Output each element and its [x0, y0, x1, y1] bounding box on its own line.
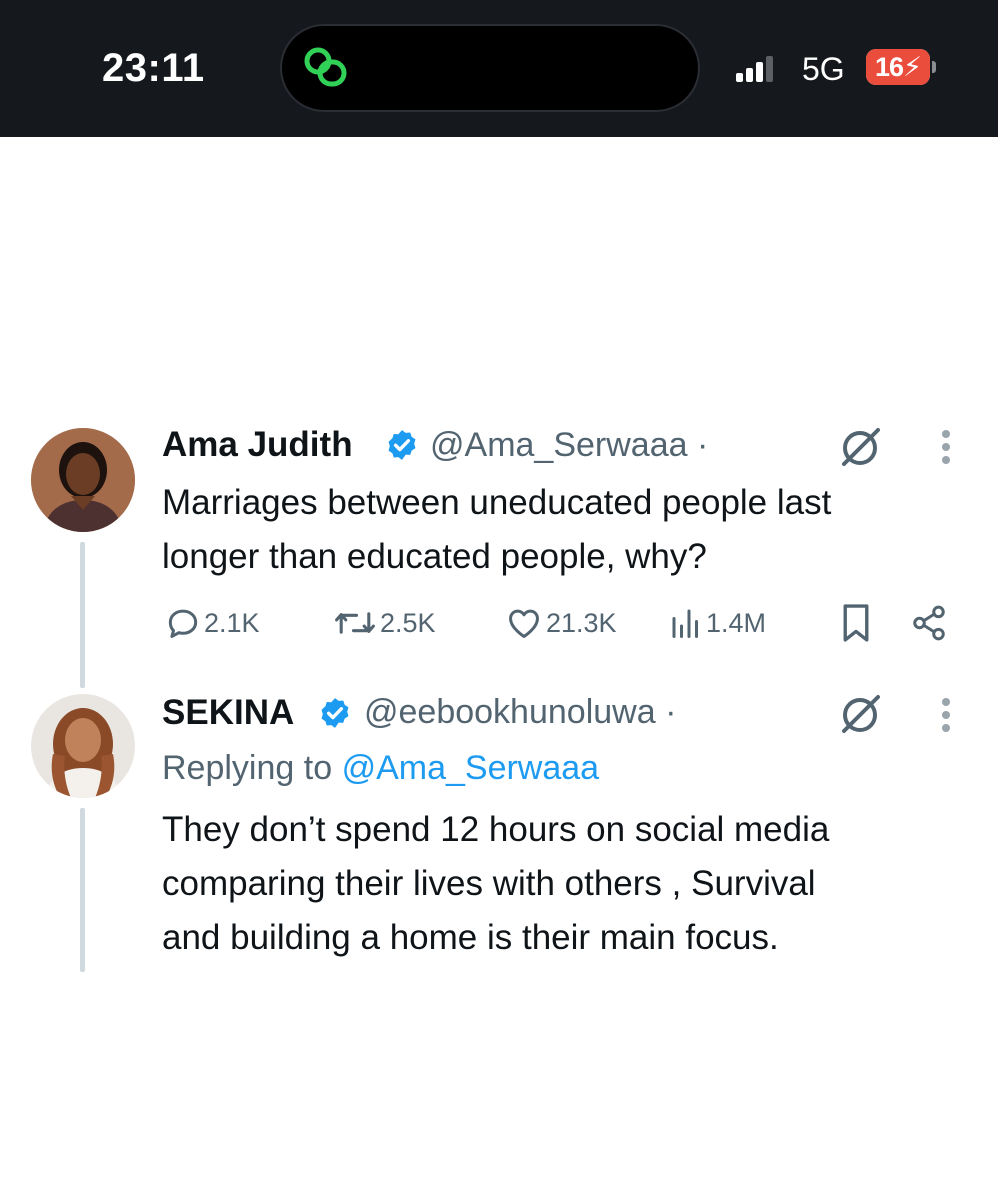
more-icon[interactable] [940, 430, 952, 470]
thread-line [80, 542, 85, 688]
reply-author-name[interactable]: SEKINA [162, 693, 294, 733]
reply-count: 2.1K [204, 607, 260, 638]
like-icon [509, 609, 539, 638]
avatar-image [31, 428, 135, 532]
views-count: 1.4M [706, 607, 767, 638]
tweet-text-line: longer than educated people, why? [162, 537, 707, 576]
avatar-ama-judith[interactable] [31, 428, 135, 532]
author-handle[interactable]: @Ama_Serwaaa · [430, 426, 708, 465]
status-time: 23:11 [102, 46, 205, 90]
status-bar: 23:11 5G 16⚡︎ [0, 0, 998, 137]
replying-to: Replying to @Ama_Serwaaa [162, 749, 600, 787]
bookmark-button[interactable] [840, 601, 872, 645]
verified-badge-icon [321, 698, 349, 728]
bookmark-icon [843, 604, 869, 642]
battery-tip [932, 61, 936, 73]
network-type: 5G [802, 51, 845, 87]
reply-text-line: comparing their lives with others , Surv… [162, 864, 816, 903]
reply-text-line: They don’t spend 12 hours on social medi… [162, 810, 830, 849]
battery-level-text: 16⚡︎ [874, 52, 922, 82]
views-button[interactable]: 1.4M [668, 601, 766, 645]
tweet-text-line: Marriages between uneducated people last [162, 483, 832, 522]
reply-icon [168, 609, 198, 638]
charging-bolt-icon: ⚡︎ [903, 52, 922, 82]
retweet-count: 2.5K [380, 607, 436, 638]
reply-button[interactable]: 2.1K [164, 601, 260, 645]
app-activity-icon [304, 47, 347, 87]
battery-charging-icon: 16⚡︎ [866, 49, 930, 85]
more-icon[interactable] [940, 698, 952, 738]
reply-text: They don’t spend 12 hours on social medi… [162, 803, 982, 965]
like-button[interactable]: 21.3K [504, 601, 617, 645]
grok-icon[interactable] [838, 424, 884, 470]
verified-badge-icon [388, 430, 416, 460]
grok-icon[interactable] [838, 691, 884, 737]
retweet-button[interactable]: 2.5K [332, 601, 436, 645]
avatar-sekina[interactable] [31, 694, 135, 798]
reply-author-handle[interactable]: @eebookhunoluwa · [364, 693, 676, 732]
author-name[interactable]: Ama Judith [162, 425, 353, 465]
retweet-icon [335, 612, 375, 634]
views-icon [672, 609, 698, 638]
replying-to-mention[interactable]: @Ama_Serwaaa [342, 749, 600, 787]
reply-text-line: and building a home is their main focus. [162, 918, 779, 957]
thread-line [80, 808, 85, 972]
avatar-image [31, 694, 135, 798]
tweet-text: Marriages between uneducated people last… [162, 476, 962, 584]
cellular-signal-icon [736, 56, 773, 82]
dynamic-island[interactable] [280, 24, 700, 112]
share-icon [913, 605, 945, 641]
like-count: 21.3K [546, 607, 617, 638]
share-button[interactable] [910, 601, 948, 645]
